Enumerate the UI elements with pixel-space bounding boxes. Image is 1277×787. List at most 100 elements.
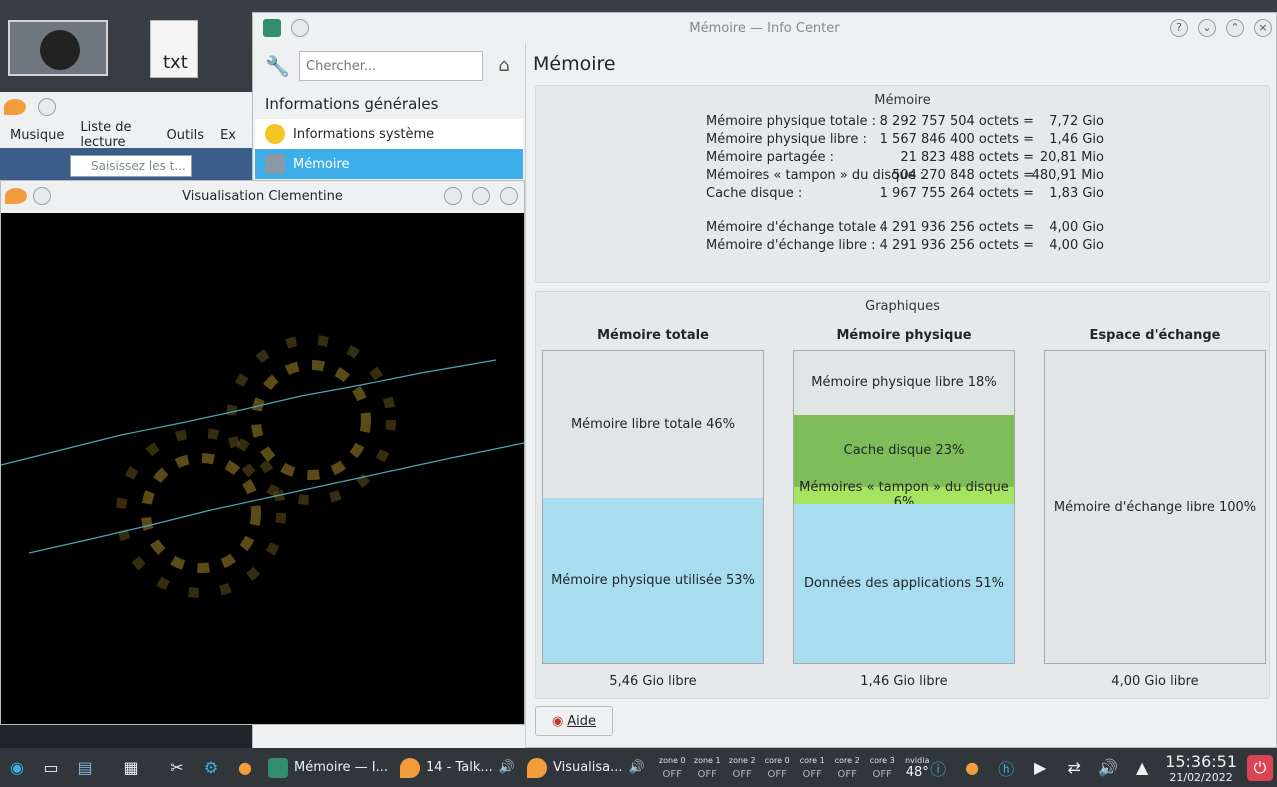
network-icon[interactable]: ⇄ bbox=[1061, 755, 1087, 781]
file-manager-icon[interactable]: ▤ bbox=[72, 755, 98, 781]
close-icon[interactable] bbox=[500, 187, 518, 205]
row-bytes: 21 823 488 octets = bbox=[900, 150, 1034, 165]
sensor-name: zone 1 bbox=[693, 755, 721, 765]
menu-outils[interactable]: Outils bbox=[167, 128, 205, 143]
row-bytes: 8 292 757 504 octets = bbox=[879, 114, 1034, 129]
graph-free-label: 5,46 Gio libre bbox=[609, 674, 697, 689]
row-human: 4,00 Gio bbox=[1049, 220, 1104, 235]
clementine-titlebar bbox=[0, 92, 252, 122]
expand-tray-icon[interactable]: ▲ bbox=[1129, 755, 1155, 781]
memory-panel-title: Mémoire bbox=[874, 93, 931, 108]
window-controls: ? ⌄ ⌃ × bbox=[1170, 19, 1272, 37]
row-label: Mémoire d'échange libre : bbox=[706, 238, 876, 253]
usage-bar: Mémoire libre totale 46% Mémoire physique… bbox=[542, 350, 764, 664]
visualisation-canvas[interactable] bbox=[0, 213, 525, 724]
usage-bar: Mémoire physique libre 18% Cache disque 2… bbox=[793, 350, 1015, 664]
row-human: 4,00 Gio bbox=[1049, 238, 1104, 253]
sensor-name: core 0 bbox=[764, 755, 790, 765]
power-icon[interactable]: ⏻ bbox=[1247, 754, 1273, 781]
memory-row: Mémoire physique libre : 1 567 846 400 oc… bbox=[706, 132, 1106, 150]
task-label: Mémoire — I... bbox=[294, 760, 388, 775]
sensor: core 1 OFF bbox=[797, 756, 828, 780]
task-info-center[interactable]: Mémoire — I... bbox=[262, 753, 394, 783]
sensor: zone 0 OFF bbox=[657, 756, 688, 780]
file-label: txt bbox=[163, 52, 188, 73]
task-label: Visualisa... bbox=[552, 760, 623, 775]
clock[interactable]: 15:36:51 21/02/2022 bbox=[1165, 752, 1237, 784]
clementine-tray-icon[interactable]: ● bbox=[959, 755, 985, 781]
media-player-icon[interactable]: ▶ bbox=[1027, 755, 1053, 781]
pager-icon[interactable]: ▦ bbox=[106, 755, 156, 781]
home-icon[interactable]: ⌂ bbox=[493, 55, 515, 77]
system-tray: ⓘ ● ⓗ ▶ ⇄ 🔊 ▲ 15:36:51 21/02/2022 ⏻ bbox=[921, 748, 1277, 787]
menu-musique[interactable]: Musique bbox=[10, 128, 64, 143]
info-center-titlebar: Mémoire — Info Center ? ⌄ ⌃ × bbox=[253, 13, 1276, 43]
visualisation-graphic bbox=[0, 335, 525, 598]
row-bytes: 1 567 846 400 octets = bbox=[879, 132, 1034, 147]
sidebar-item-label: Informations système bbox=[293, 126, 435, 142]
sensor: core 3 OFF bbox=[867, 756, 898, 780]
clock-date: 21/02/2022 bbox=[1169, 770, 1233, 784]
search-input[interactable] bbox=[299, 51, 483, 81]
page-title: Mémoire bbox=[533, 53, 616, 75]
window-title: Mémoire — Info Center bbox=[689, 20, 840, 36]
menu-liste-de-lecture[interactable]: Liste de lecture bbox=[80, 120, 150, 150]
sensor: core 2 OFF bbox=[832, 756, 863, 780]
sensor-value: OFF bbox=[662, 768, 682, 780]
window-menu-button[interactable] bbox=[33, 187, 51, 205]
row-bytes: 4 291 936 256 octets = bbox=[879, 220, 1034, 235]
clock-time: 15:36:51 bbox=[1165, 751, 1237, 771]
settings-icon[interactable]: ⚙ bbox=[198, 755, 224, 781]
help-button-label: Aide bbox=[567, 713, 597, 729]
minimize-icon[interactable]: ⌄ bbox=[1198, 19, 1216, 37]
help-icon: ◉ bbox=[551, 713, 564, 729]
speaker-icon: 🔊 bbox=[628, 760, 645, 775]
sidebar-item-label: Mémoire bbox=[293, 156, 350, 172]
close-icon[interactable]: × bbox=[1254, 19, 1272, 37]
menu-extras[interactable]: Ex bbox=[220, 128, 236, 143]
task-clementine-talk[interactable]: 14 - Talk... 🔊 bbox=[394, 753, 521, 783]
clementine-search-input[interactable]: Saisissez les t... bbox=[70, 155, 192, 177]
help-button[interactable]: ◉ Aide bbox=[535, 706, 613, 736]
usage-segment: Mémoire physique libre 18% bbox=[794, 351, 1014, 415]
help-icon[interactable]: ? bbox=[1170, 19, 1188, 37]
usage-segment: Mémoire physique utilisée 53% bbox=[543, 497, 763, 663]
sensor-name: zone 0 bbox=[658, 755, 686, 765]
taskbar: ◉ ▭ ▤ ▦ ✂ ⚙ ● Mémoire — I... 14 - Talk..… bbox=[0, 748, 1277, 787]
memory-row: Cache disque : 1 967 755 264 octets = 1,83… bbox=[706, 186, 1106, 204]
sidebar-item-memoire[interactable]: Mémoire bbox=[255, 149, 523, 179]
firefox-icon[interactable]: ● bbox=[232, 755, 258, 781]
graphs-panel: Graphiques Mémoire totale Mémoire libre t… bbox=[535, 291, 1270, 699]
show-desktop-icon[interactable]: ▭ bbox=[38, 755, 64, 781]
usage-bar: Mémoire d'échange libre 100% bbox=[1044, 350, 1266, 664]
sidebar-item-informations-systeme[interactable]: Informations système bbox=[255, 119, 523, 149]
window-menu-button[interactable] bbox=[291, 19, 309, 37]
maximize-icon[interactable] bbox=[472, 187, 490, 205]
window-menu-button[interactable] bbox=[38, 98, 56, 116]
wrench-icon[interactable]: 🔧 bbox=[265, 54, 290, 78]
task-visualisation[interactable]: Visualisa... 🔊 bbox=[521, 753, 651, 783]
sensor: core 0 OFF bbox=[762, 756, 793, 780]
clementine-icon bbox=[526, 757, 547, 778]
desktop-text-file[interactable]: txt bbox=[150, 20, 198, 78]
usage-segment: Données des applications 51% bbox=[794, 503, 1014, 663]
graph-free-label: 1,46 Gio libre bbox=[860, 674, 948, 689]
desktop-thumbnail[interactable] bbox=[8, 20, 108, 76]
graph-column: Espace d'échange Mémoire d'échange libre … bbox=[1044, 328, 1266, 689]
info-center-icon bbox=[268, 757, 288, 778]
hp-icon[interactable]: ⓗ bbox=[993, 755, 1019, 781]
info-center-app-icon bbox=[263, 19, 281, 37]
sensor-name: core 1 bbox=[799, 755, 825, 765]
tools-icon[interactable]: ✂ bbox=[164, 755, 190, 781]
usage-segment: Mémoires « tampon » du disque 6% bbox=[794, 480, 1014, 510]
minimize-icon[interactable] bbox=[444, 187, 462, 205]
usage-segment: Mémoire libre totale 46% bbox=[543, 351, 763, 498]
memory-row: Mémoire partagée : 21 823 488 octets = 20,… bbox=[706, 150, 1106, 168]
row-bytes: 504 270 848 octets = bbox=[892, 168, 1034, 183]
volume-icon[interactable]: 🔊 bbox=[1095, 755, 1121, 781]
info-icon[interactable]: ⓘ bbox=[925, 755, 951, 781]
application-launcher-icon[interactable]: ◉ bbox=[4, 755, 30, 781]
sensor: zone 1 OFF bbox=[692, 756, 723, 780]
row-human: 7,72 Gio bbox=[1049, 114, 1104, 129]
maximize-icon[interactable]: ⌃ bbox=[1226, 19, 1244, 37]
